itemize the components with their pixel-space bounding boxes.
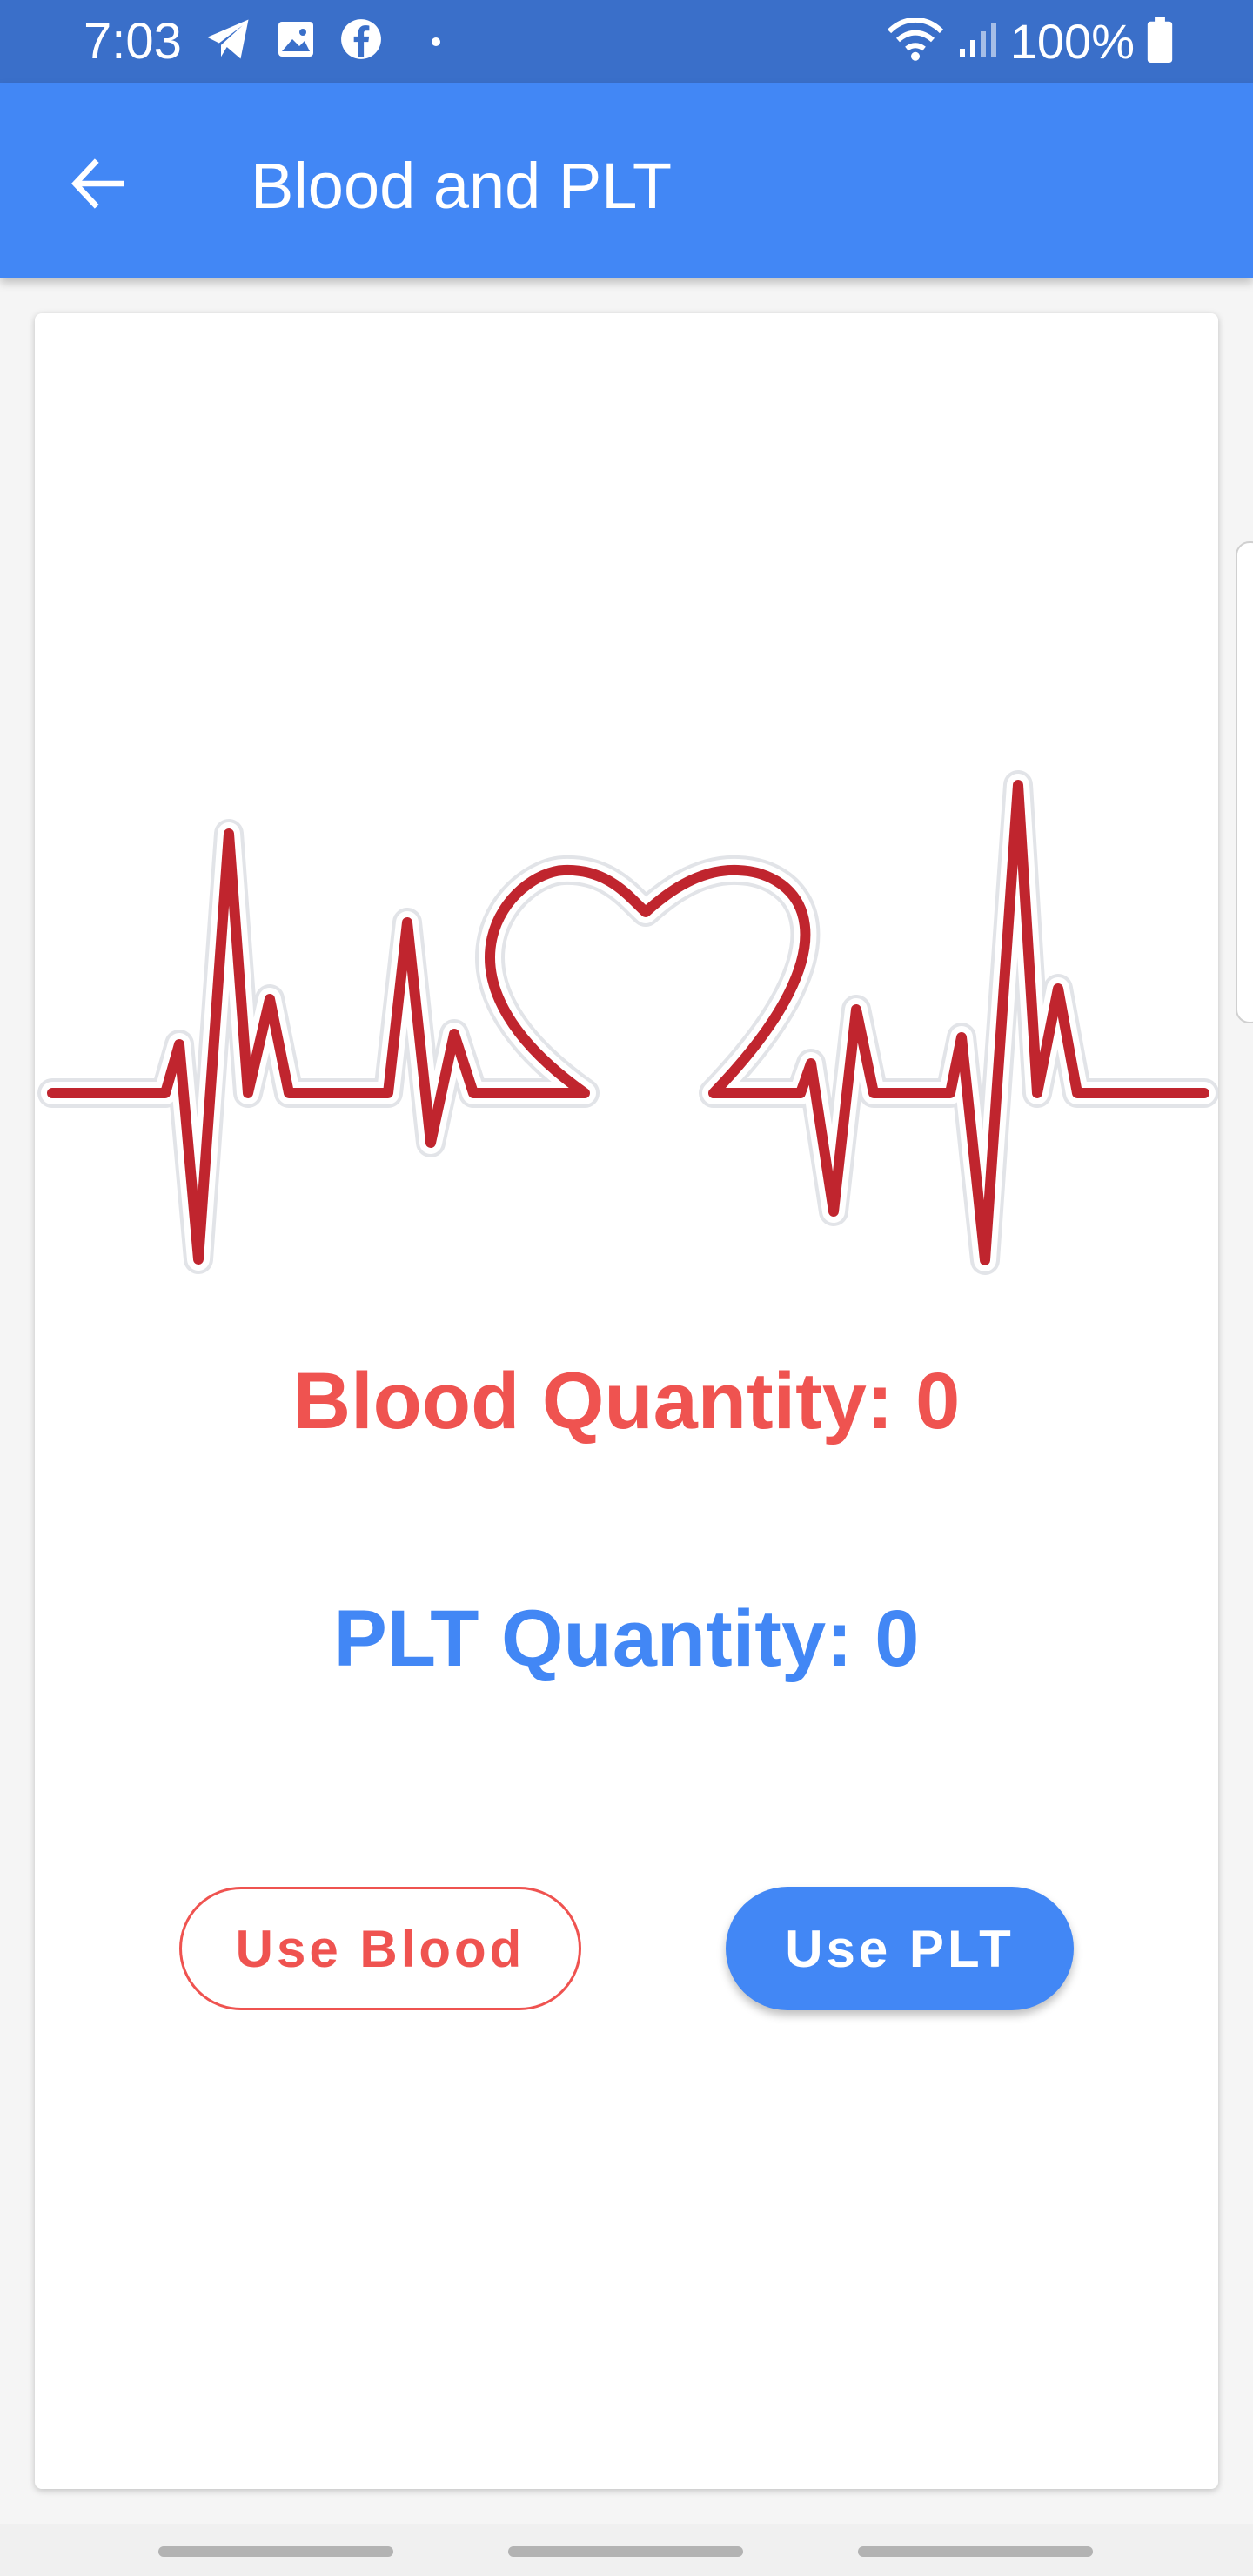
battery-icon (1147, 17, 1173, 67)
app-bar: Blood and PLT (0, 83, 1253, 278)
telegram-icon (205, 17, 252, 65)
arrow-back-icon (66, 152, 129, 219)
blood-quantity-text: Blood Quantity: 0 (292, 1357, 961, 1446)
wifi-icon (887, 17, 944, 66)
heartbeat-heart-icon (35, 766, 1219, 1288)
page-title: Blood and PLT (251, 150, 673, 222)
dot-icon (432, 37, 440, 46)
status-time: 7:03 (84, 13, 182, 70)
nav-recents-button[interactable] (158, 2546, 393, 2557)
image-icon (275, 18, 317, 64)
battery-percent: 100% (1009, 14, 1135, 69)
status-bar: 7:03 100% (0, 0, 1253, 83)
facebook-icon (339, 17, 383, 65)
plt-quantity-text: PLT Quantity: 0 (333, 1594, 920, 1683)
status-left-icons (205, 17, 440, 65)
navigation-bar (0, 2524, 1253, 2576)
use-plt-button[interactable]: Use PLT (726, 1887, 1074, 2010)
back-button[interactable] (54, 142, 141, 229)
status-right-icons: 100% (887, 14, 1173, 70)
nav-back-button[interactable] (858, 2546, 1093, 2557)
scroll-thumb[interactable] (1236, 541, 1253, 1023)
signal-icon (956, 19, 998, 65)
nav-home-button[interactable] (508, 2546, 743, 2557)
use-blood-button[interactable]: Use Blood (179, 1887, 581, 2010)
